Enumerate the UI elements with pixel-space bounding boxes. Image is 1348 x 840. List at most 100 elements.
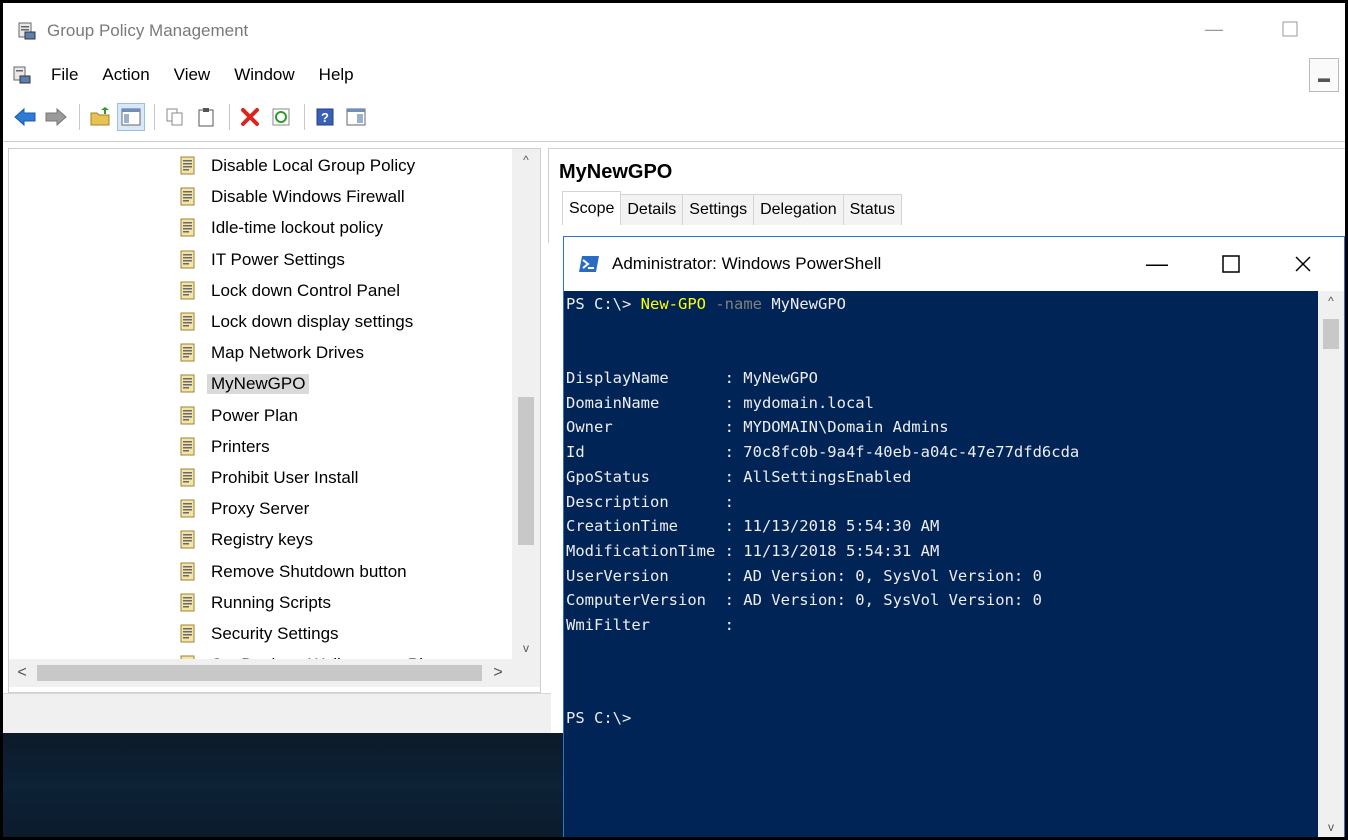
ps-maximize-button[interactable] [1216, 251, 1246, 277]
ps-minimize-button[interactable]: — [1142, 251, 1172, 277]
tree-item[interactable]: Lock down display settings [179, 307, 413, 337]
powershell-titlebar[interactable]: Administrator: Windows PowerShell — [564, 237, 1344, 291]
tab-details[interactable]: Details [620, 194, 684, 225]
tree-vertical-scrollbar[interactable]: ^ v [512, 149, 540, 659]
tree-item[interactable]: Remove Shutdown button [179, 557, 407, 587]
minimize-button[interactable]: — [1199, 17, 1229, 41]
output-line: Description : [566, 492, 734, 511]
tree-item[interactable]: Lock down Control Panel [179, 276, 400, 306]
tree-vscroll-thumb[interactable] [518, 397, 534, 545]
tree-item[interactable]: Map Network Drives [179, 338, 364, 368]
tree-item[interactable]: Prohibit User Install [179, 463, 358, 493]
properties-icon [346, 108, 366, 125]
gpo-document-icon [180, 156, 195, 175]
up-folder-icon [90, 106, 110, 125]
gpo-document-icon [180, 530, 195, 549]
gpo-document-icon [180, 624, 195, 643]
up-one-level-button[interactable] [86, 103, 114, 131]
tree-item[interactable]: IT Power Settings [179, 245, 345, 275]
svg-text:?: ? [321, 110, 329, 125]
tree-hscroll-thumb[interactable] [37, 665, 482, 681]
close-icon [1295, 256, 1311, 272]
ps-scroll-down-arrow-icon[interactable]: v [1318, 817, 1344, 837]
tree-item[interactable]: Set Desktop Wallpaper to Pla... [179, 650, 447, 659]
delete-icon [241, 107, 259, 126]
help-button[interactable]: ? [311, 103, 339, 131]
delete-button[interactable] [236, 103, 264, 131]
powershell-scrollbar[interactable]: ^ v [1318, 291, 1344, 837]
paste-icon [198, 107, 214, 126]
tree-item[interactable]: Security Settings [179, 619, 339, 649]
command-arg: MyNewGPO [771, 295, 846, 313]
system-menu-icon[interactable] [13, 66, 31, 84]
tree-item-label: Prohibit User Install [211, 468, 359, 487]
command-name: New-GPO [640, 295, 706, 313]
menu-file[interactable]: File [47, 63, 82, 87]
tree-horizontal-scrollbar[interactable]: < > [9, 659, 540, 687]
ps-scroll-thumb[interactable] [1323, 319, 1339, 349]
menu-window[interactable]: Window [230, 63, 298, 87]
tree-item[interactable]: Power Plan [179, 401, 298, 431]
tree-item-label: MyNewGPO [207, 374, 310, 395]
scroll-right-arrow-icon[interactable]: > [485, 659, 511, 687]
show-hide-tree-button[interactable] [117, 102, 145, 131]
forward-button[interactable] [42, 103, 70, 131]
back-button[interactable] [11, 103, 39, 131]
tab-settings[interactable]: Settings [682, 194, 755, 225]
output-line: DisplayName : MyNewGPO [566, 369, 818, 387]
tree-item-label: Disable Local Group Policy [211, 156, 416, 175]
powershell-console[interactable]: PS C:\> New-GPO -name MyNewGPO DisplayNa… [564, 291, 1318, 837]
gpm-app-icon [18, 22, 36, 39]
tab-status[interactable]: Status [842, 194, 902, 225]
tab-scope[interactable]: Scope [562, 191, 622, 225]
tree-item-label: Security Settings [211, 624, 339, 643]
output-line: DomainName : mydomain.local [566, 393, 874, 412]
properties-button[interactable] [342, 103, 370, 131]
tree-item-label: IT Power Settings [211, 249, 345, 269]
minimize-icon: — [1146, 251, 1168, 276]
gpo-title: MyNewGPO [559, 161, 673, 183]
ps-scroll-up-arrow-icon[interactable]: ^ [1318, 291, 1344, 311]
child-minimize-button[interactable]: ▬ [1309, 58, 1339, 92]
tree-item[interactable]: Disable Windows Firewall [179, 182, 405, 212]
tree-item[interactable]: Printers [179, 432, 270, 462]
copy-button[interactable] [161, 103, 189, 131]
tree-item[interactable]: Idle-time lockout policy [179, 213, 383, 243]
tree-item[interactable]: Disable Local Group Policy [179, 151, 415, 181]
powershell-window[interactable]: Administrator: Windows PowerShell — PS C… [563, 236, 1345, 837]
powershell-title: Administrator: Windows PowerShell [612, 254, 882, 273]
powershell-icon [579, 256, 599, 272]
gpo-document-icon [180, 374, 195, 393]
output-line: ModificationTime : 11/13/2018 5:54:31 AM [566, 541, 940, 560]
menu-view[interactable]: View [170, 63, 215, 87]
tree-item-label: Lock down display settings [211, 312, 414, 331]
menu-action[interactable]: Action [98, 63, 153, 87]
tree-item[interactable]: MyNewGPO [179, 369, 310, 399]
tree-item-label: Registry keys [211, 530, 314, 550]
menu-help[interactable]: Help [315, 63, 358, 87]
desktop-background [3, 733, 563, 837]
scroll-up-arrow-icon[interactable]: ^ [512, 149, 540, 171]
refresh-button[interactable] [267, 103, 295, 131]
final-prompt: PS C:\> [566, 709, 632, 727]
gpo-document-icon [180, 250, 195, 269]
tree-item-label: Printers [211, 436, 270, 456]
scroll-down-arrow-icon[interactable]: v [512, 637, 540, 659]
maximize-button[interactable] [1275, 17, 1305, 41]
gpo-document-icon [180, 499, 195, 518]
scroll-left-arrow-icon[interactable]: < [9, 659, 35, 687]
toolbar-separator [154, 103, 155, 130]
paste-button[interactable] [192, 103, 220, 131]
ps-close-button[interactable] [1288, 251, 1318, 277]
tree-item[interactable]: Running Scripts [179, 588, 331, 618]
menu-bar: File Action View Window Help ▬ [3, 58, 1345, 92]
gpm-titlebar: Group Policy Management — [3, 3, 1345, 58]
back-arrow-icon [14, 107, 36, 126]
tree-item[interactable]: Registry keys [179, 525, 313, 555]
gpo-document-icon [180, 218, 195, 237]
output-line: CreationTime : 11/13/2018 5:54:30 AM [566, 517, 940, 536]
toolbar-separator [304, 103, 305, 130]
tab-delegation[interactable]: Delegation [753, 194, 844, 225]
output-line: UserVersion : AD Version: 0, SysVol Vers… [566, 566, 1042, 585]
tree-item[interactable]: Proxy Server [179, 494, 309, 524]
